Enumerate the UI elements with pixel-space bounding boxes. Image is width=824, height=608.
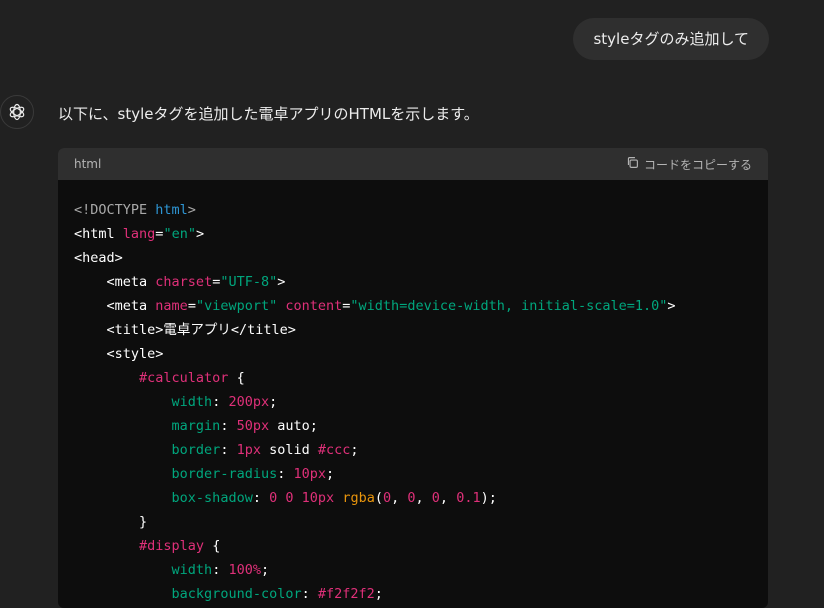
code-line: border: 1px solid #ccc;: [171, 442, 359, 458]
code-line: <meta charset="UTF-8">: [74, 274, 286, 290]
code-block: html コードをコピーする <!DOCTYPE html> <html lang…: [58, 148, 768, 608]
copy-code-button[interactable]: コードをコピーする: [626, 156, 752, 173]
code-line: width: 200px;: [171, 394, 278, 410]
code-line: margin: 50px auto;: [171, 418, 318, 434]
code-line: <html lang="en">: [74, 226, 205, 242]
code-block-header: html コードをコピーする: [58, 148, 768, 180]
code-line: <head>: [74, 250, 123, 266]
code-language-label: html: [74, 157, 102, 171]
code-line: <!DOCTYPE html>: [74, 202, 196, 218]
copy-icon: [626, 156, 639, 172]
assistant-intro-text: 以下に、styleタグを追加した電卓アプリのHTMLを示します。: [58, 105, 479, 123]
code-line: box-shadow: 0 0 10px rgba(0, 0, 0, 0.1);: [171, 490, 497, 506]
code-line: #display {: [139, 538, 221, 554]
code-line: <style>: [74, 346, 164, 362]
code-line: width: 100%;: [171, 562, 270, 578]
user-message-row: styleタグのみ追加して: [573, 18, 769, 60]
copy-code-label: コードをコピーする: [643, 157, 752, 172]
code-line: <title>電卓アプリ</title>: [74, 322, 296, 338]
code-line: background-color: #f2f2f2;: [171, 586, 383, 602]
code-line: #calculator {: [139, 370, 245, 386]
code-line: border-radius: 10px;: [171, 466, 335, 482]
user-message-bubble: styleタグのみ追加して: [573, 18, 769, 60]
openai-logo-icon: [0, 95, 34, 129]
code-body: <!DOCTYPE html> <html lang="en"> <head> <m…: [58, 180, 768, 608]
code-line: <meta name="viewport" content="width=dev…: [74, 298, 676, 314]
code-line: }: [74, 514, 148, 530]
